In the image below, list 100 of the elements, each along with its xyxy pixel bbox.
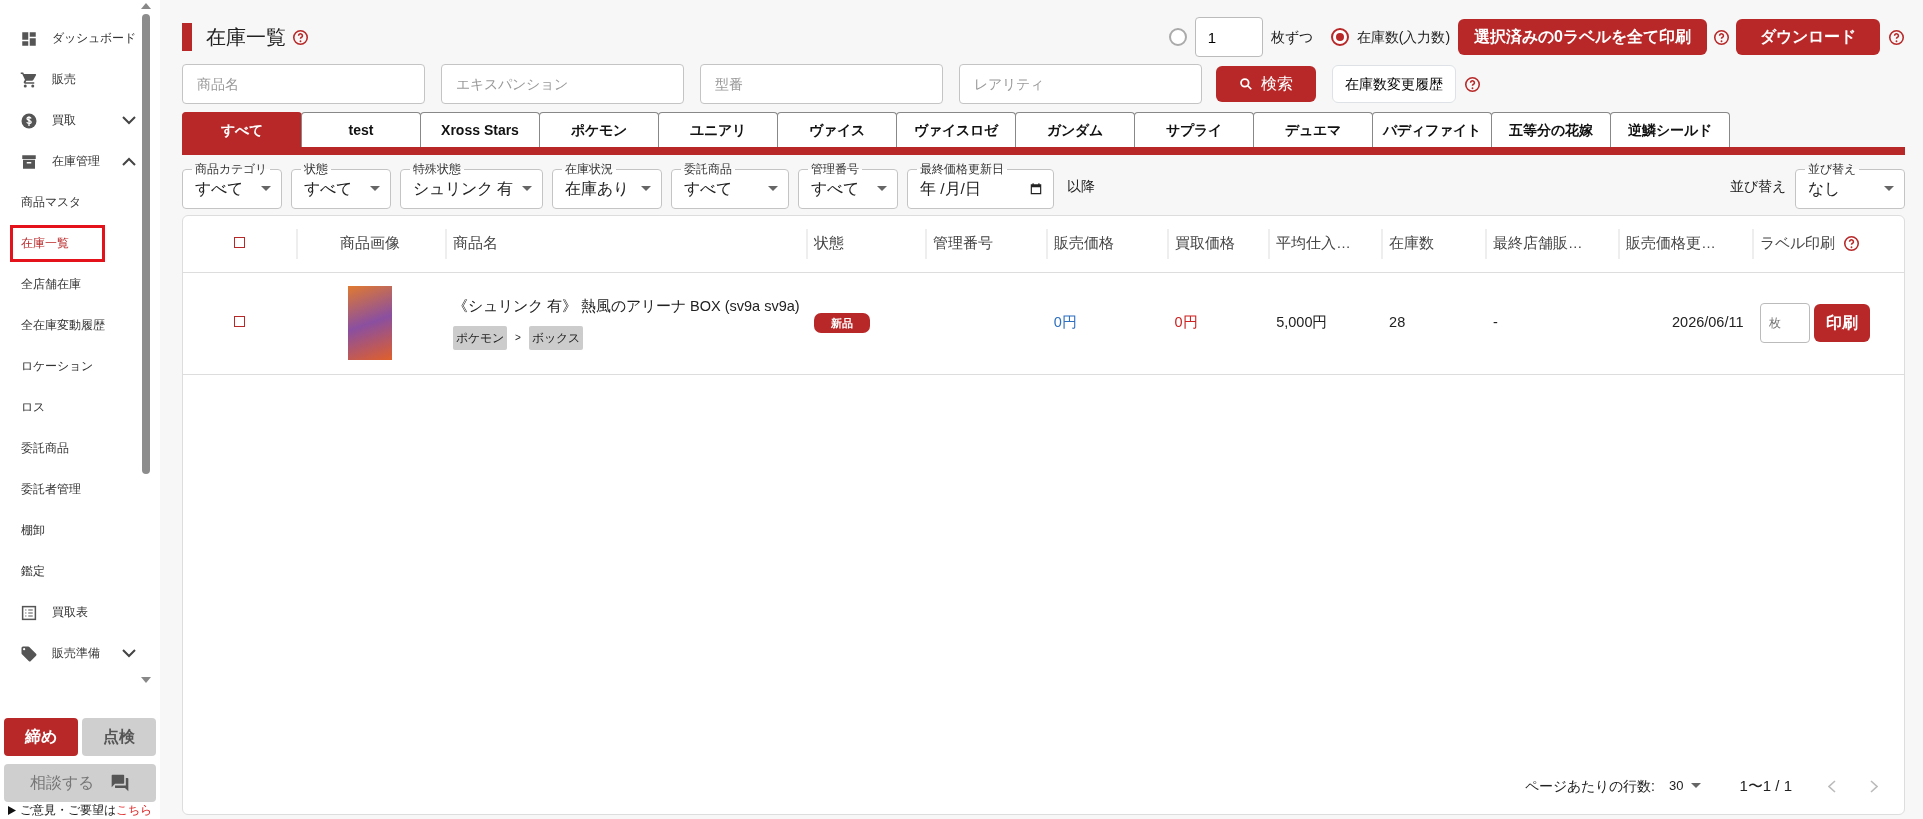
price-updated-date: 2026/06/11 — [1672, 314, 1744, 331]
caret-icon — [1884, 186, 1894, 193]
category-tab[interactable]: ガンダム — [1015, 112, 1135, 147]
sidebar-subitem[interactable]: 鑑定 — [10, 552, 56, 591]
category-tab[interactable]: すべて — [182, 112, 302, 147]
sidebar-subitem[interactable]: 在庫一覧 — [10, 224, 105, 263]
feedback-text: ご意見・ご要望はこちら — [20, 802, 152, 818]
sidebar-subitem[interactable]: ロス — [10, 388, 56, 427]
sidebar-item[interactable]: 買取 — [0, 100, 160, 141]
caret-icon — [261, 186, 271, 193]
filter-select[interactable]: 在庫状況 在庫あり — [552, 163, 662, 209]
search-icon — [1239, 77, 1253, 91]
sell-price: 0円 — [1053, 314, 1077, 331]
page-title: 在庫一覧 — [206, 25, 286, 50]
category-tab[interactable]: 五等分の花嫁 — [1491, 112, 1611, 147]
search-field[interactable]: エキスパンション — [441, 64, 684, 104]
date-suffix: 以降 — [1067, 176, 1095, 196]
buy-price: 0円 — [1174, 314, 1198, 331]
close-button[interactable]: 締め — [4, 718, 78, 756]
column-header: 販売価格 — [1053, 234, 1114, 251]
help-icon — [1713, 28, 1730, 46]
sidebar-subitem[interactable]: 全店舗在庫 — [10, 265, 92, 304]
dollar-coin-icon — [20, 111, 38, 130]
list-icon — [20, 603, 38, 622]
rows-per-page-select[interactable]: 30 — [1669, 776, 1702, 796]
radio-button[interactable] — [1330, 28, 1349, 46]
category-tab[interactable]: サプライ — [1134, 112, 1254, 147]
column-header: 平均仕入… — [1276, 234, 1351, 251]
floating-label: 在庫状況 — [564, 163, 614, 177]
radio-button[interactable] — [1168, 28, 1187, 46]
category-tab[interactable]: ヴァイス — [777, 112, 897, 147]
column-header: 状態 — [814, 234, 845, 251]
column-header: 管理番号 — [932, 234, 993, 251]
sidebar-subitem[interactable]: 棚卸 — [10, 511, 56, 550]
caret-icon — [522, 186, 532, 193]
floating-label: 管理番号 — [810, 163, 860, 177]
average-cost: 5,000円 — [1276, 314, 1328, 331]
print-button[interactable]: 印刷 — [1813, 304, 1870, 342]
filter-select[interactable]: 管理番号 すべて — [798, 163, 898, 209]
history-button[interactable]: 在庫数変更履歴 — [1332, 65, 1456, 103]
breadcrumb-separator: > — [515, 331, 521, 346]
help-icon — [1888, 28, 1905, 46]
select-all-checkbox[interactable] — [233, 236, 245, 248]
caret-icon — [641, 186, 651, 193]
help-icon — [292, 28, 309, 46]
condition-badge: 新品 — [814, 313, 871, 334]
title-accent-bar — [182, 23, 192, 51]
row-checkbox[interactable] — [233, 316, 245, 328]
caret-icon — [877, 186, 887, 193]
caret-icon — [370, 186, 380, 193]
sidebar-item[interactable]: 販売 — [0, 59, 160, 100]
sidebar-subitem[interactable]: ロケーション — [10, 347, 104, 386]
floating-label: 商品カテゴリ — [194, 163, 268, 177]
filter-select[interactable]: 状態 すべて — [291, 163, 391, 209]
column-header: 商品名 — [453, 234, 498, 251]
label-count-field[interactable]: 枚 — [1759, 303, 1810, 343]
category-tab[interactable]: バディファイト — [1372, 112, 1492, 147]
search-field[interactable]: レアリティ — [959, 64, 1202, 104]
search-field[interactable]: 型番 — [700, 64, 943, 104]
radio-label: 在庫数(入力数) — [1356, 27, 1451, 47]
page-range: 1〜1 / 1 — [1739, 775, 1792, 796]
category-tab[interactable]: ポケモン — [539, 112, 659, 147]
chat-bubble-icon — [110, 773, 130, 793]
category-tag: ポケモン — [453, 325, 507, 350]
category-tab[interactable]: ヴァイスロゼ — [896, 112, 1016, 147]
download-button[interactable]: ダウンロード — [1736, 19, 1880, 55]
archive-box-icon — [20, 152, 38, 171]
category-tab[interactable]: デュエマ — [1253, 112, 1373, 147]
filter-select[interactable]: 商品カテゴリ すべて — [182, 163, 282, 209]
date-field[interactable]: 最終価格更新日 年 /月/日 — [907, 163, 1054, 209]
inspect-button[interactable]: 点検 — [82, 718, 156, 756]
sidebar-subitem[interactable]: 委託者管理 — [10, 470, 92, 509]
sort-select[interactable]: 並び替え なし — [1795, 163, 1905, 209]
category-tab[interactable]: ユニアリ — [658, 112, 778, 147]
column-header: 最終店舗販… — [1493, 234, 1583, 251]
sidebar-item[interactable]: ダッシュボード — [0, 18, 160, 59]
count-input[interactable]: 1 — [1194, 17, 1263, 57]
floating-label: 状態 — [303, 163, 329, 177]
search-field[interactable]: 商品名 — [182, 64, 425, 104]
tag-icon — [20, 644, 38, 663]
search-button[interactable]: 検索 — [1216, 66, 1316, 102]
scrollbar[interactable] — [142, 14, 150, 474]
calendar-icon — [1029, 182, 1043, 197]
category-tab[interactable]: 逆鱗シールド — [1610, 112, 1730, 147]
filter-select[interactable]: 委託商品 すべて — [671, 163, 789, 209]
category-tab[interactable]: test — [301, 112, 421, 147]
chevron-right-icon — [1870, 779, 1878, 793]
category-tab[interactable]: Xross Stars — [420, 112, 540, 147]
feedback-link[interactable]: こちら — [116, 803, 152, 816]
sidebar-item[interactable]: 買取表 — [0, 592, 160, 633]
product-name: 《シュリンク 有》 熱風のアリーナ BOX (sv9a sv9a) — [453, 297, 799, 317]
filter-select[interactable]: 特殊状態 シュリンク 有 — [400, 163, 543, 209]
column-header: 商品画像 — [340, 234, 401, 251]
print-all-button[interactable]: 選択済みの0ラベルを全て印刷 — [1458, 19, 1707, 55]
sidebar-item[interactable]: 在庫管理 — [0, 141, 160, 182]
sidebar-subitem[interactable]: 商品マスタ — [10, 183, 92, 222]
sidebar-item[interactable]: 販売準備 — [0, 633, 160, 674]
caret-icon — [768, 186, 778, 193]
sidebar-subitem[interactable]: 委託商品 — [10, 429, 80, 468]
sidebar-subitem[interactable]: 全在庫変動履歴 — [10, 306, 116, 345]
